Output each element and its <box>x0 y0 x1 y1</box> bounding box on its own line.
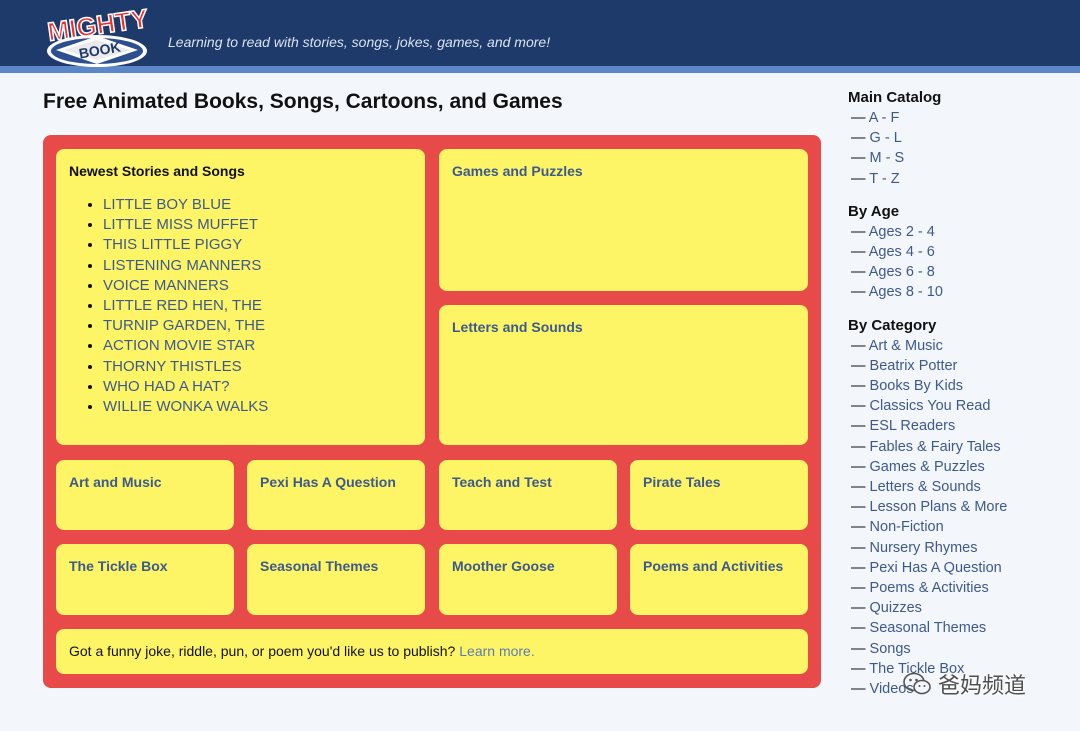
sidebar-item[interactable]: — Pexi Has A Question <box>851 558 1058 578</box>
moother-goose-tile[interactable]: Moother Goose <box>439 544 617 615</box>
art-music-tile[interactable]: Art and Music <box>56 460 234 530</box>
sidebar-catalog: Main Catalog — A - F — G - L — M - S — T… <box>848 88 1058 712</box>
joke-submission-text: Got a funny joke, riddle, pun, or poem y… <box>69 643 535 659</box>
story-item[interactable]: TURNIP GARDEN, THE <box>103 316 412 336</box>
sidebar-item[interactable]: — Ages 4 - 6 <box>851 242 1058 262</box>
site-header <box>0 0 1080 66</box>
main-catalog-heading: Main Catalog <box>848 89 942 106</box>
sidebar-item[interactable]: — Fables & Fairy Tales <box>851 437 1058 457</box>
teach-test-link[interactable]: Teach and Test <box>452 474 604 490</box>
story-item[interactable]: LISTENING MANNERS <box>103 256 412 276</box>
by-category-list: — Art & Music — Beatrix Potter — Books B… <box>848 336 1058 700</box>
sidebar-item[interactable]: — Non-Fiction <box>851 517 1058 537</box>
sidebar-item[interactable]: — Lesson Plans & More <box>851 497 1058 517</box>
main-catalog-section: Main Catalog — A - F — G - L — M - S — T… <box>848 88 1058 189</box>
sidebar-item[interactable]: — Classics You Read <box>851 396 1058 416</box>
letters-sounds-tile[interactable]: Letters and Sounds <box>439 305 808 445</box>
games-puzzles-link[interactable]: Games and Puzzles <box>452 163 795 179</box>
sidebar-item[interactable]: — ESL Readers <box>851 416 1058 436</box>
wechat-icon <box>903 672 931 695</box>
learn-more-link[interactable]: Learn more. <box>459 643 534 659</box>
pexi-question-tile[interactable]: Pexi Has A Question <box>247 460 425 530</box>
sidebar-item[interactable]: — G - L <box>851 128 1058 148</box>
sidebar-item[interactable]: — M - S <box>851 148 1058 168</box>
story-item[interactable]: LITTLE BOY BLUE <box>103 195 412 215</box>
sidebar-item[interactable]: — Ages 6 - 8 <box>851 262 1058 282</box>
sidebar-item[interactable]: — Songs <box>851 639 1058 659</box>
sidebar-item[interactable]: — Poems & Activities <box>851 578 1058 598</box>
by-age-list: — Ages 2 - 4 — Ages 4 - 6 — Ages 6 - 8 —… <box>848 222 1058 303</box>
story-item[interactable]: ACTION MOVIE STAR <box>103 336 412 356</box>
main-catalog-list: — A - F — G - L — M - S — T - Z <box>848 108 1058 189</box>
pirate-tales-tile[interactable]: Pirate Tales <box>630 460 808 530</box>
sidebar-item[interactable]: — Quizzes <box>851 598 1058 618</box>
newest-stories-tile: Newest Stories and Songs LITTLE BOY BLUE… <box>56 149 425 445</box>
mightybook-logo[interactable]: MIGHTY BOOK <box>42 2 152 72</box>
letters-sounds-link[interactable]: Letters and Sounds <box>452 319 795 335</box>
page-title: Free Animated Books, Songs, Cartoons, an… <box>43 90 563 113</box>
by-age-heading: By Age <box>848 202 900 220</box>
sidebar-item[interactable]: — Ages 8 - 10 <box>851 282 1058 302</box>
by-category-section: By Category — Art & Music — Beatrix Pott… <box>848 316 1058 700</box>
sidebar-item[interactable]: — T - Z <box>851 169 1058 189</box>
teach-test-tile[interactable]: Teach and Test <box>439 460 617 530</box>
by-age-section: By Age — Ages 2 - 4 — Ages 4 - 6 — Ages … <box>848 202 1058 303</box>
watermark: 爸妈频道 <box>902 668 1026 700</box>
poems-activities-tile[interactable]: Poems and Activities <box>630 544 808 615</box>
moother-goose-link[interactable]: Moother Goose <box>452 558 604 574</box>
story-item[interactable]: LITTLE RED HEN, THE <box>103 296 412 316</box>
pexi-question-link[interactable]: Pexi Has A Question <box>260 474 412 490</box>
tickle-box-tile[interactable]: The Tickle Box <box>56 544 234 615</box>
sidebar-item[interactable]: — Nursery Rhymes <box>851 538 1058 558</box>
newest-stories-title: Newest Stories and Songs <box>69 163 245 179</box>
tagline: Learning to read with stories, songs, jo… <box>168 34 551 50</box>
story-item[interactable]: WILLIE WONKA WALKS <box>103 397 412 417</box>
pirate-tales-link[interactable]: Pirate Tales <box>643 474 795 490</box>
seasonal-themes-link[interactable]: Seasonal Themes <box>260 558 412 574</box>
sidebar-item[interactable]: — Letters & Sounds <box>851 477 1058 497</box>
header-stripe <box>0 66 1080 73</box>
sidebar-item[interactable]: — Seasonal Themes <box>851 618 1058 638</box>
sidebar-item[interactable]: — Games & Puzzles <box>851 457 1058 477</box>
joke-submission-tile: Got a funny joke, riddle, pun, or poem y… <box>56 629 808 674</box>
art-music-link[interactable]: Art and Music <box>69 474 221 490</box>
story-item[interactable]: LITTLE MISS MUFFET <box>103 215 412 235</box>
watermark-text: 爸妈频道 <box>938 674 1027 699</box>
story-item[interactable]: VOICE MANNERS <box>103 276 412 296</box>
sidebar-item[interactable]: — Beatrix Potter <box>851 356 1058 376</box>
newest-stories-list: LITTLE BOY BLUE LITTLE MISS MUFFET THIS … <box>69 195 412 417</box>
sidebar-item[interactable]: — Books By Kids <box>851 376 1058 396</box>
sidebar-item[interactable]: — Art & Music <box>851 336 1058 356</box>
by-category-heading: By Category <box>848 316 937 334</box>
story-item[interactable]: THIS LITTLE PIGGY <box>103 235 412 255</box>
story-item[interactable]: WHO HAD A HAT? <box>103 377 412 397</box>
tickle-box-link[interactable]: The Tickle Box <box>69 558 221 574</box>
games-puzzles-tile[interactable]: Games and Puzzles <box>439 149 808 291</box>
story-item[interactable]: THORNY THISTLES <box>103 357 412 377</box>
content-board: Newest Stories and Songs LITTLE BOY BLUE… <box>43 135 821 688</box>
sidebar-item[interactable]: — Ages 2 - 4 <box>851 222 1058 242</box>
seasonal-themes-tile[interactable]: Seasonal Themes <box>247 544 425 615</box>
sidebar-item[interactable]: — A - F <box>851 108 1058 128</box>
poems-activities-link[interactable]: Poems and Activities <box>643 558 795 574</box>
